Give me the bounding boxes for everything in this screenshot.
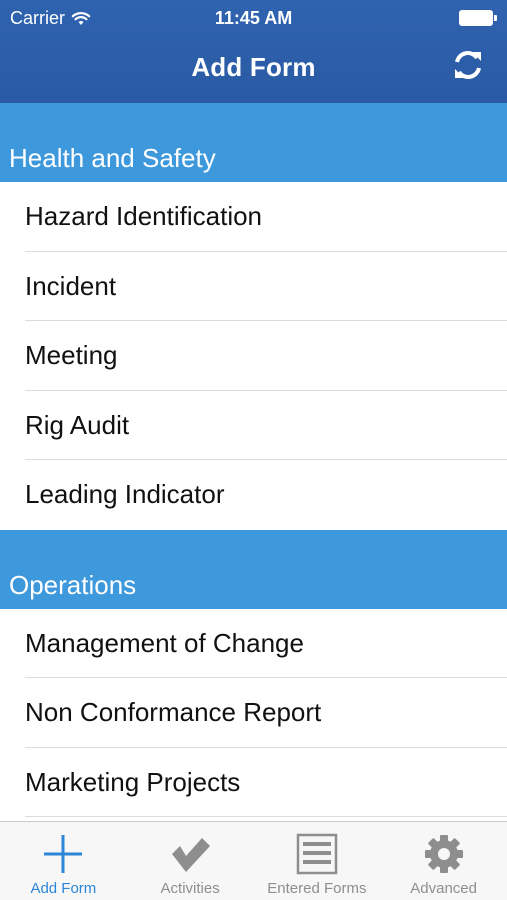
form-list[interactable]: Health and Safety Hazard Identification …: [0, 103, 507, 821]
list-item-hazard-identification[interactable]: Hazard Identification: [0, 182, 507, 252]
plus-icon: [44, 835, 83, 873]
navigation-bar: Carrier 11:45 AM Add Form: [0, 0, 507, 103]
tab-advanced[interactable]: Advanced: [380, 822, 507, 900]
battery-icon: [459, 10, 497, 26]
forms-list-icon: [296, 833, 338, 875]
list-item-meeting[interactable]: Meeting: [0, 321, 507, 391]
tab-label: Activities: [160, 880, 220, 897]
tab-entered-forms[interactable]: Entered Forms: [254, 822, 381, 900]
tab-label: Advanced: [410, 880, 477, 897]
page-title: Add Form: [191, 52, 316, 82]
section-header-health-and-safety: Health and Safety: [0, 103, 507, 182]
tab-label: Entered Forms: [267, 880, 367, 897]
clock: 11:45 AM: [214, 8, 293, 28]
refresh-icon[interactable]: [451, 48, 485, 82]
checkmark-icon: [172, 838, 211, 872]
status-bar: Carrier 11:45 AM: [0, 0, 507, 36]
tab-bar: Add Form Activities Entered Forms Advanc…: [0, 821, 507, 900]
list-item-incident[interactable]: Incident: [0, 251, 507, 321]
list-item-non-conformance-report[interactable]: Non Conformance Report: [0, 678, 507, 748]
list-item-marketing-projects[interactable]: Marketing Projects: [0, 747, 507, 817]
list-item-leading-indicator[interactable]: Leading Indicator: [0, 460, 507, 530]
gear-icon: [424, 835, 463, 873]
tab-activities[interactable]: Activities: [127, 822, 254, 900]
tab-add-form[interactable]: Add Form: [0, 822, 127, 900]
list-item-management-of-change[interactable]: Management of Change: [0, 608, 507, 678]
section-header-operations: Operations: [0, 529, 507, 609]
list-item-rig-audit[interactable]: Rig Audit: [0, 390, 507, 460]
tab-label: Add Form: [30, 880, 97, 897]
